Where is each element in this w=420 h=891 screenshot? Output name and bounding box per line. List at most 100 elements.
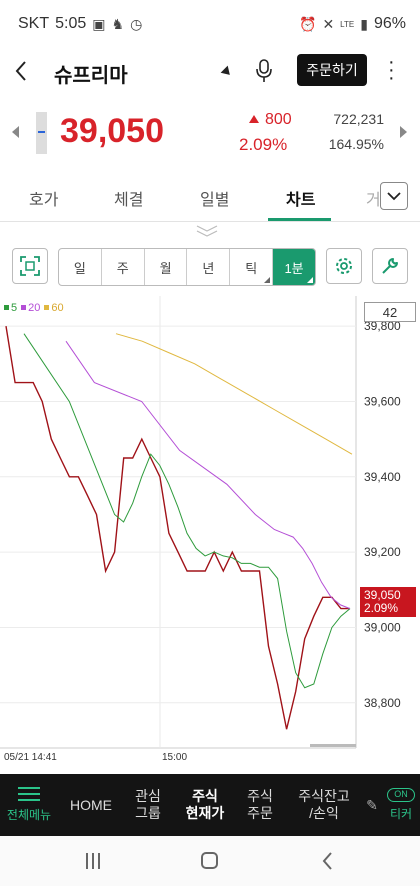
period-day[interactable]: 일 bbox=[59, 249, 102, 285]
chart-tools-button[interactable] bbox=[372, 248, 408, 284]
history-icon: ◷ bbox=[130, 15, 143, 32]
tab-daily[interactable]: 일별 bbox=[200, 186, 229, 210]
home-icon[interactable] bbox=[201, 852, 218, 869]
nav-watch-line1: 관심 bbox=[135, 788, 161, 804]
y-tick-label: 39,200 bbox=[364, 545, 401, 559]
intraday-range-bar bbox=[36, 112, 47, 154]
y-tick-label: 38,800 bbox=[364, 696, 401, 710]
detail-tabs: 호가 체결 일별 차트 거 bbox=[0, 174, 420, 222]
period-day-label: 일 bbox=[73, 260, 86, 276]
chevron-down-icon bbox=[387, 191, 401, 200]
submenu-corner-icon bbox=[264, 277, 271, 283]
nav-balance-pnl[interactable]: 주식잔고/손익 bbox=[292, 774, 356, 836]
period-year-label: 년 bbox=[202, 260, 215, 276]
more-options-icon[interactable]: · · · bbox=[388, 52, 395, 88]
price-tag-pct: 2.09% bbox=[364, 601, 399, 615]
gear-icon bbox=[336, 258, 352, 274]
volume: 722,231 bbox=[333, 111, 384, 127]
fullscreen-icon bbox=[20, 256, 40, 276]
gallery-icon: ▣ bbox=[92, 15, 106, 32]
active-tab-indicator bbox=[268, 218, 331, 221]
signal-icon: ▮ bbox=[360, 15, 368, 32]
nav-ticker[interactable]: ON 티커 bbox=[384, 774, 418, 836]
wrench-icon bbox=[382, 258, 398, 274]
order-button[interactable]: 주문하기 bbox=[297, 54, 367, 86]
legend-ma5: 5 bbox=[4, 302, 17, 314]
period-year[interactable]: 년 bbox=[187, 249, 231, 285]
nav-order-line1: 주식 bbox=[247, 788, 273, 804]
prev-stock-arrow-icon[interactable] bbox=[12, 126, 19, 138]
tab-orderbook[interactable]: 호가 bbox=[29, 186, 58, 210]
notification-icon: ♞ bbox=[111, 15, 125, 32]
current-price-tag: 39,050 2.09% bbox=[360, 587, 416, 617]
y-tick-label: 39,600 bbox=[364, 394, 401, 408]
price-chart[interactable]: 39,800 39,600 39,400 39,200 39,000 38,800 bbox=[0, 296, 420, 766]
period-week-label: 주 bbox=[116, 260, 129, 276]
time-label-start: 05/21 14:41 bbox=[4, 752, 57, 763]
fullscreen-button[interactable] bbox=[12, 248, 48, 284]
period-selector: 일 주 월 년 틱 1분 bbox=[58, 248, 316, 286]
back-arrow-icon[interactable] bbox=[14, 58, 28, 89]
period-week[interactable]: 주 bbox=[102, 249, 145, 285]
chart-toolbar: 일 주 월 년 틱 1분 bbox=[0, 244, 420, 294]
period-1min[interactable]: 1분 bbox=[273, 249, 315, 285]
nav-order-line2: 주문 bbox=[247, 805, 273, 821]
ma5-line bbox=[23, 333, 351, 689]
tab-trades[interactable]: 체결 bbox=[114, 186, 143, 210]
nav-full-menu[interactable]: 전체메뉴 bbox=[6, 774, 52, 836]
drag-handle-icon[interactable] bbox=[196, 224, 218, 242]
nav-watch-group[interactable]: 관심 그룹 bbox=[128, 774, 168, 836]
chart-canvas: 39,80039,60039,40039,20039,00038,800 bbox=[0, 296, 401, 749]
nav-balance-line1: 주식잔고 bbox=[298, 788, 350, 804]
chart-settings-button[interactable] bbox=[326, 248, 362, 284]
price-line bbox=[5, 325, 350, 730]
change-amount: 800 bbox=[249, 111, 292, 129]
nav-stock-order[interactable]: 주식 주문 bbox=[240, 774, 280, 836]
battery-level: 96% bbox=[373, 15, 406, 32]
y-tick-label: 39,400 bbox=[364, 470, 401, 484]
edit-icon[interactable]: ✎ bbox=[366, 774, 378, 836]
submenu-corner-icon bbox=[306, 277, 313, 283]
ticker-toggle[interactable]: ON bbox=[387, 787, 415, 802]
nav-balance-line2: /손익 bbox=[309, 805, 339, 821]
lte-label: LTE bbox=[340, 19, 355, 29]
nav-full-menu-label: 전체메뉴 bbox=[6, 807, 52, 822]
status-bar: SKT 5:05 ▣ ♞ ◷ ⏰ ✕ LTE ▮ 96% bbox=[0, 0, 420, 48]
bottom-navigation: 전체메뉴 HOME 관심 그룹 주식 현재가 주식 주문 주식잔고/손익 ✎ ON 티… bbox=[0, 774, 420, 836]
recent-apps-icon[interactable] bbox=[86, 853, 100, 869]
quote-panel: 39,050 800 2.09% 722,231 164.95% bbox=[0, 96, 420, 174]
nav-current-line1: 주식 bbox=[192, 788, 218, 804]
ma20-line bbox=[65, 340, 351, 610]
nav-current-price[interactable]: 주식 현재가 bbox=[180, 774, 230, 836]
expand-tabs-button[interactable] bbox=[380, 182, 408, 210]
volume-percent: 164.95% bbox=[328, 136, 384, 152]
scroll-indicator bbox=[310, 744, 356, 747]
clock: 5:05 bbox=[55, 15, 87, 32]
period-tick[interactable]: 틱 bbox=[230, 249, 274, 285]
stock-name[interactable]: 슈프리마 bbox=[54, 59, 128, 88]
microphone-icon[interactable] bbox=[254, 58, 274, 84]
current-price: 39,050 bbox=[60, 112, 164, 150]
period-count-box[interactable]: 42 bbox=[364, 302, 416, 322]
ma60-line bbox=[115, 333, 353, 455]
nav-current-line2: 현재가 bbox=[185, 805, 225, 821]
nav-watch-line2: 그룹 bbox=[135, 805, 161, 821]
nav-ticker-label: 티커 bbox=[389, 806, 413, 821]
stock-dropdown-icon[interactable] bbox=[220, 65, 234, 79]
alarm-icon: ⏰ bbox=[299, 15, 317, 32]
stock-header: 슈프리마 주문하기 · · · bbox=[0, 48, 420, 94]
nav-home-label: HOME bbox=[70, 796, 112, 813]
tab-next[interactable]: 거 bbox=[366, 186, 381, 210]
period-month[interactable]: 월 bbox=[145, 249, 188, 285]
tab-chart[interactable]: 차트 bbox=[286, 186, 315, 210]
nav-home[interactable]: HOME bbox=[66, 774, 116, 836]
next-stock-arrow-icon[interactable] bbox=[400, 126, 407, 138]
legend-ma60: 60 bbox=[44, 302, 64, 314]
legend-ma20-label: 20 bbox=[28, 302, 41, 314]
period-tick-label: 틱 bbox=[245, 260, 258, 276]
hamburger-icon bbox=[18, 786, 40, 801]
back-icon[interactable] bbox=[322, 852, 332, 870]
change-amount-value: 800 bbox=[265, 111, 292, 128]
system-navigation bbox=[0, 836, 420, 886]
period-month-label: 월 bbox=[159, 260, 172, 276]
